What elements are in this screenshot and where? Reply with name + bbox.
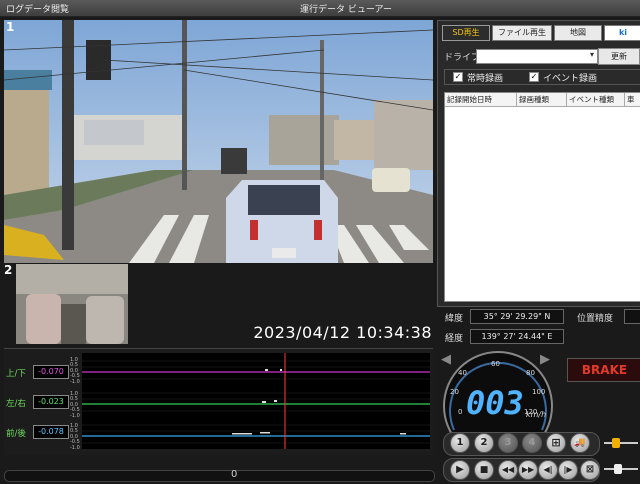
longitude-label: 経度 xyxy=(445,334,464,344)
sub-camera-number: 2 xyxy=(4,263,13,277)
tick-column-2: 1.0 0.5 0.0 -0.5 -1.0 xyxy=(70,391,80,419)
cabin-scene-image xyxy=(16,264,128,344)
sensor-value-updown: -0.070 xyxy=(33,365,69,379)
drive-select[interactable]: ▾ xyxy=(476,49,598,64)
latitude-value: 35° 29' 29.29" N xyxy=(470,309,564,324)
sensor-label-updown: 上/下 xyxy=(6,369,26,379)
tab-extra[interactable]: ki xyxy=(604,25,640,41)
next-arrow-icon[interactable]: ▶ xyxy=(540,352,550,367)
always-record-label: 常時録画 xyxy=(467,74,504,84)
speed-value: 003 xyxy=(466,384,524,422)
tab-sd-playback[interactable]: SD再生 xyxy=(442,25,490,41)
main-camera-number: 1 xyxy=(6,20,15,34)
grid-view-icon[interactable]: ⊞ xyxy=(546,433,566,453)
volume-slider[interactable] xyxy=(604,442,638,444)
col-event-type[interactable]: イベント種類 xyxy=(567,93,625,107)
rewind-icon[interactable]: ◀◀ xyxy=(498,460,518,480)
accuracy-label: 位置精度 xyxy=(577,314,614,324)
col-vehicle[interactable]: 車 xyxy=(625,93,640,107)
g-sensor-graph xyxy=(82,353,430,449)
timeline-scrollbar[interactable]: 0 xyxy=(4,469,435,482)
accuracy-value xyxy=(624,309,640,324)
event-record-label: イベント録画 xyxy=(543,74,598,84)
col-start-time[interactable]: 記録開始日時 xyxy=(445,93,517,107)
speed-slider-thumb[interactable] xyxy=(614,464,622,474)
dial-tick-40: 40 xyxy=(458,369,467,377)
event-record-checkbox[interactable]: ✓ xyxy=(529,72,539,82)
vehicle-icon[interactable]: 🚚 xyxy=(570,433,590,453)
record-table[interactable]: 記録開始日時 録画種類 イベント種類 車 xyxy=(444,92,640,302)
update-button[interactable]: 更新 xyxy=(598,48,640,65)
tick-column-3: 1.0 0.5 0.0 -0.5 -1.0 xyxy=(70,423,80,451)
sensor-value-frontback: -0.078 xyxy=(33,425,69,439)
play-icon[interactable]: ▶ xyxy=(450,460,470,480)
title-bar: ログデータ閲覧 運行データ ビューアー xyxy=(0,0,640,17)
dial-tick-100: 100 xyxy=(532,388,546,396)
brake-indicator: BRAKE xyxy=(567,358,640,382)
tick-column-1: 1.0 0.5 0.0 -0.5 -1.0 xyxy=(70,357,80,385)
camera-3-button[interactable]: 3 xyxy=(498,433,518,453)
sub-camera-video[interactable] xyxy=(16,264,128,344)
g-sensor-plot[interactable] xyxy=(82,353,430,449)
speed-unit: km/h xyxy=(526,410,547,419)
filter-row: ✓ 常時録画 ✓ イベント録画 xyxy=(444,69,640,85)
sensor-value-leftright: -0.023 xyxy=(33,395,69,409)
sensor-label-leftright: 左/右 xyxy=(6,399,26,409)
longitude-value: 139° 27' 24.44" E xyxy=(470,329,564,344)
tab-map[interactable]: 地図 xyxy=(554,25,602,41)
col-record-type[interactable]: 録画種類 xyxy=(517,93,567,107)
latitude-label: 緯度 xyxy=(445,314,464,324)
dial-tick-80: 80 xyxy=(526,369,535,377)
street-scene-image xyxy=(4,20,433,263)
chevron-down-icon: ▾ xyxy=(589,50,594,59)
dial-tick-0: 0 xyxy=(458,408,463,416)
log-view-menu[interactable]: ログデータ閲覧 xyxy=(6,2,69,15)
video-timestamp: 2023/04/12 10:34:38 xyxy=(253,323,432,342)
sensor-label-frontback: 前/後 xyxy=(6,429,26,439)
camera-1-button[interactable]: 1 xyxy=(450,433,470,453)
dial-tick-60: 60 xyxy=(491,360,500,368)
camera-2-button[interactable]: 2 xyxy=(474,433,494,453)
main-camera-video[interactable]: 1 xyxy=(4,20,433,263)
prev-arrow-icon[interactable]: ◀ xyxy=(441,352,451,367)
window-title: 運行データ ビューアー xyxy=(300,5,392,15)
stop-icon[interactable]: ■ xyxy=(474,460,494,480)
tab-file-playback[interactable]: ファイル再生 xyxy=(492,25,552,41)
fullscreen-icon[interactable]: ⊠ xyxy=(580,460,600,480)
always-record-checkbox[interactable]: ✓ xyxy=(453,72,463,82)
file-panel: SD再生 ファイル再生 地図 ki ドライブ: ▾ 更新 ✓ 常時録画 ✓ イベ… xyxy=(437,20,640,307)
dial-tick-20: 20 xyxy=(450,388,459,396)
scroll-thumb[interactable]: 0 xyxy=(231,469,237,480)
camera-4-button[interactable]: 4 xyxy=(522,433,542,453)
frame-forward-icon[interactable]: |▶ xyxy=(558,460,578,480)
volume-thumb[interactable] xyxy=(612,438,620,448)
fast-forward-icon[interactable]: ▶▶ xyxy=(518,460,538,480)
frame-back-icon[interactable]: ◀| xyxy=(538,460,558,480)
